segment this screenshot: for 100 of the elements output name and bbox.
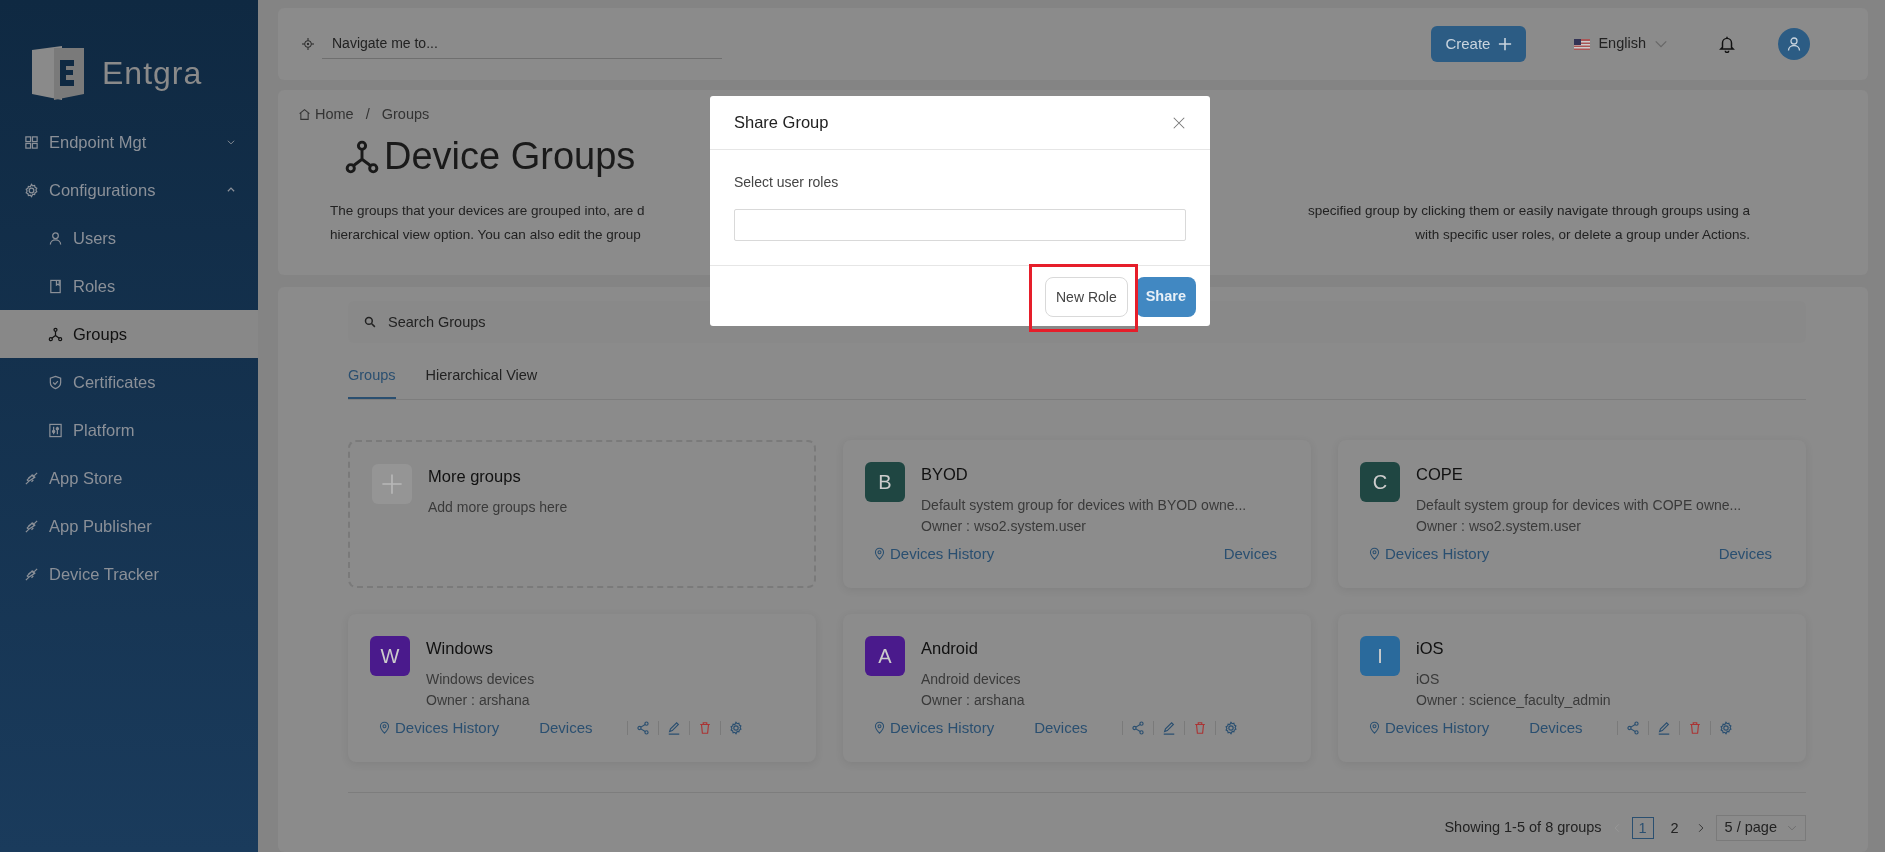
devices-link[interactable]: Devices (539, 716, 593, 739)
sidebar-item[interactable]: Groups (0, 310, 258, 358)
devices-history-link[interactable]: Devices History (873, 542, 995, 565)
target-icon (302, 38, 314, 50)
card-subtitle: Add more groups here (428, 497, 568, 517)
group-owner: Owner : arshana (426, 690, 531, 710)
devices-link[interactable]: Devices (1034, 716, 1088, 739)
group-description: Windows devices (426, 669, 535, 689)
sidebar-item[interactable]: Certificates (0, 358, 258, 406)
tab[interactable]: Hierarchical View (425, 365, 538, 399)
sidebar-item[interactable]: Users (0, 214, 258, 262)
gear-icon (24, 182, 39, 198)
breadcrumb-separator: / (365, 105, 370, 124)
breadcrumb-link[interactable]: Home (315, 104, 354, 126)
plus-icon (372, 463, 412, 504)
trash-icon[interactable] (697, 720, 712, 735)
gear-icon[interactable] (728, 720, 743, 735)
pagination-summary: Showing 1-5 of 8 groups (1444, 817, 1602, 837)
trash-icon[interactable] (1687, 720, 1702, 735)
group-name: iOS (1416, 637, 1445, 659)
description-text: with specific user roles, or delete a group under Actions. (1415, 226, 1750, 245)
search-icon (364, 316, 376, 328)
pin-icon (378, 721, 391, 735)
devices-link[interactable]: Devices (1223, 542, 1277, 565)
group-avatar: W (370, 635, 410, 676)
page-title: Device Groups (384, 133, 636, 179)
page-button[interactable]: 2 (1663, 816, 1686, 839)
group-avatar: I (1360, 635, 1400, 676)
language-selector[interactable]: English (1574, 33, 1668, 55)
tab[interactable]: Groups (348, 365, 396, 399)
nodes-icon (344, 138, 380, 175)
chevron-icon (226, 185, 236, 195)
plug-icon (24, 470, 39, 486)
logo-icon (30, 44, 86, 102)
description-text: The groups that your devices are grouped into, are d (330, 202, 645, 221)
sidebar-item[interactable]: Configurations (0, 166, 258, 214)
share-icon[interactable] (635, 720, 650, 735)
plug-icon (24, 566, 39, 582)
shield-icon (48, 374, 63, 390)
page-size-select[interactable]: 5 / page (1715, 814, 1806, 841)
pencil-icon[interactable] (1161, 720, 1176, 735)
field-label: Select user roles (734, 173, 840, 192)
group-avatar: B (865, 461, 905, 502)
user-icon (48, 230, 63, 246)
add-group-card[interactable]: More groups Add more groups here (348, 439, 816, 588)
share-icon[interactable] (1130, 720, 1145, 735)
group-owner: Owner : wso2.system.user (921, 516, 1087, 536)
avatar-icon[interactable] (1778, 28, 1810, 60)
sidebar-item[interactable]: App Publisher (0, 502, 258, 550)
sidebar-item[interactable]: Roles (0, 262, 258, 310)
pencil-icon[interactable] (666, 720, 681, 735)
sidebar-item[interactable]: Device Tracker (0, 550, 258, 598)
chevron-icon (226, 137, 236, 147)
devices-link[interactable]: Devices (1529, 716, 1583, 739)
group-description: Default system group for devices with BYOD owne... (921, 495, 1247, 515)
group-name: Android (921, 637, 979, 659)
navigate-field[interactable]: Navigate me to... (322, 29, 722, 59)
group-name: Windows (426, 637, 494, 659)
gear-icon[interactable] (1223, 720, 1238, 735)
page-button[interactable]: 1 (1631, 816, 1654, 839)
devices-history-link[interactable]: Devices History (1368, 542, 1490, 565)
plug-icon (24, 518, 39, 534)
new-role-button[interactable]: New Role (1045, 277, 1128, 317)
group-name: BYOD (921, 463, 969, 485)
group-description: Android devices (921, 669, 1022, 689)
modal-title: Share Group (734, 112, 829, 134)
sidebar-item[interactable]: App Store (0, 454, 258, 502)
description-text: specified group by clicking them or easily navigate through groups using a (1308, 202, 1750, 221)
devices-history-link[interactable]: Devices History (378, 716, 500, 739)
devices-link[interactable]: Devices (1718, 542, 1772, 565)
close-icon[interactable] (1172, 115, 1186, 130)
group-avatar: C (1360, 461, 1400, 502)
nodes-icon (48, 326, 63, 342)
grid-icon (24, 134, 39, 150)
share-button[interactable]: Share (1135, 277, 1196, 317)
pin-icon (873, 547, 886, 561)
card-title: More groups (428, 465, 522, 487)
logo-text: Entgra (102, 54, 203, 93)
sidebar-item[interactable]: Platform (0, 406, 258, 454)
pencil-icon[interactable] (1656, 720, 1671, 735)
book-icon (48, 278, 63, 294)
group-owner: Owner : science_faculty_admin (1416, 690, 1611, 710)
flag-icon (1574, 38, 1591, 50)
plus-icon (1498, 37, 1513, 51)
sidebar-item[interactable]: Endpoint Mgt (0, 118, 258, 166)
group-owner: Owner : wso2.system.user (1416, 516, 1582, 536)
home-icon (298, 108, 311, 122)
devices-history-link[interactable]: Devices History (1368, 716, 1490, 739)
trash-icon[interactable] (1192, 720, 1207, 735)
user-roles-field[interactable] (734, 209, 1186, 241)
breadcrumb-current: Groups (381, 105, 430, 124)
group-description: Default system group for devices with COPE owne... (1416, 495, 1742, 515)
pin-icon (1368, 721, 1381, 735)
group-name: COPE (1416, 463, 1464, 485)
share-icon[interactable] (1625, 720, 1640, 735)
create-button[interactable]: Create (1431, 25, 1527, 63)
gear-icon[interactable] (1718, 720, 1733, 735)
devices-history-link[interactable]: Devices History (873, 716, 995, 739)
pin-icon (873, 721, 886, 735)
bell-icon[interactable] (1718, 35, 1736, 53)
